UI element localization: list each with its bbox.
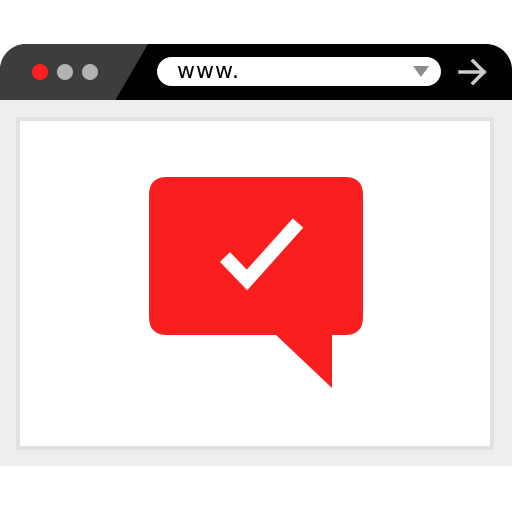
arrow-right-icon[interactable] [458, 59, 488, 85]
close-dot[interactable] [32, 64, 48, 80]
browser-titlebar: www. [0, 44, 512, 100]
address-bar[interactable]: www. [157, 57, 441, 86]
address-text: www. [177, 59, 240, 84]
minimize-dot[interactable] [57, 64, 73, 80]
illustration: www. [0, 0, 512, 512]
chat-bubble-shape [149, 177, 363, 388]
chevron-down-icon[interactable] [413, 66, 429, 77]
window-controls-panel [0, 44, 148, 100]
chat-bubble-check-icon [149, 177, 363, 388]
maximize-dot[interactable] [82, 64, 98, 80]
